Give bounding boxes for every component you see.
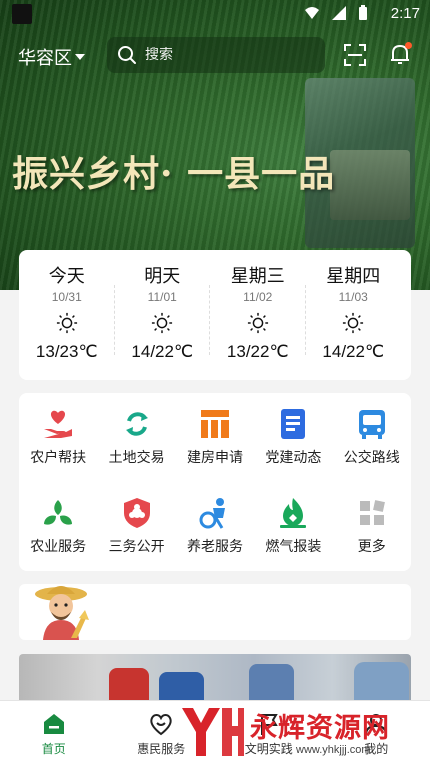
service-gas-install[interactable]: 燃气报装 (254, 496, 332, 571)
banner-title: 振兴乡村· 一县一品 (12, 153, 336, 195)
status-bar: 2:17 (0, 0, 430, 30)
service-bus-routes[interactable]: 公交路线 (333, 407, 411, 482)
service-label: 土地交易 (108, 450, 165, 466)
weather-day-name: 今天 (48, 266, 85, 287)
caret-down-icon (75, 54, 85, 60)
battery-icon (359, 5, 367, 20)
service-label: 养老服务 (186, 539, 243, 555)
search-input[interactable] (145, 47, 305, 63)
document-icon (281, 409, 306, 439)
weather-day: 星期四 11/03 14/22℃ (306, 250, 402, 380)
announcement-bar[interactable] (19, 584, 411, 640)
service-agriculture[interactable]: 农业服务 (19, 496, 97, 571)
weather-day-date: 10/31 (51, 290, 82, 304)
weather-day: 明天 11/01 14/22℃ (115, 250, 211, 380)
service-land-trade[interactable]: 土地交易 (97, 407, 175, 482)
service-party-news[interactable]: 党建动态 (254, 407, 332, 482)
elderly-care-icon (199, 498, 225, 529)
service-farmer-aid[interactable]: 农户帮扶 (19, 407, 97, 482)
service-label: 更多 (357, 539, 386, 555)
user-icon (365, 714, 388, 736)
notification-icon (12, 4, 32, 24)
service-label: 党建动态 (265, 450, 322, 466)
farmer-mascot-icon (35, 586, 89, 640)
service-label: 三务公开 (108, 539, 165, 555)
shield-icon (123, 498, 150, 528)
wifi-icon (305, 7, 320, 19)
sun-icon (152, 312, 173, 334)
hero-banner[interactable]: 2:17 华容区 振兴乡村· 一县一品 (0, 0, 430, 290)
services-grid: 农户帮扶 土地交易 建房申请 党建动态 公交路线 农业服务 三务公开 养老服务 … (19, 393, 411, 571)
nav-profile[interactable]: 我的 (323, 701, 430, 764)
nav-label: 我的 (364, 742, 389, 756)
bottom-nav: 首页 惠民服务 文明实践 我的 (0, 700, 430, 764)
sun-icon (56, 312, 77, 334)
service-more[interactable]: 更多 (333, 496, 411, 571)
weather-day: 今天 10/31 13/23℃ (19, 250, 115, 380)
weather-day-temp: 14/22℃ (322, 342, 385, 361)
nav-label: 文明实践 (244, 742, 293, 756)
service-label: 农业服务 (30, 539, 87, 555)
flag-icon (260, 714, 278, 735)
nav-label: 惠民服务 (137, 742, 186, 756)
weather-day-temp: 13/23℃ (35, 342, 98, 361)
heart-smile-icon (150, 714, 172, 736)
heart-hand-icon (44, 410, 73, 438)
weather-day-date: 11/01 (147, 290, 177, 304)
nav-services[interactable]: 惠民服务 (108, 701, 216, 764)
search-icon (118, 46, 136, 64)
weather-day-name: 明天 (144, 266, 181, 287)
service-public-affairs[interactable]: 三务公开 (97, 496, 175, 571)
sprout-icon (44, 500, 73, 525)
scan-icon[interactable] (344, 44, 366, 66)
home-icon (43, 714, 64, 734)
service-label: 建房申请 (186, 450, 243, 466)
more-grid-icon (359, 500, 385, 525)
service-building-apply[interactable]: 建房申请 (176, 407, 254, 482)
weather-day-date: 11/02 (243, 290, 273, 304)
service-elderly-care[interactable]: 养老服务 (176, 496, 254, 571)
service-label: 农户帮扶 (30, 450, 87, 466)
weather-day: 星期三 11/02 13/22℃ (210, 250, 306, 380)
service-label: 公交路线 (343, 450, 400, 466)
building-icon (200, 410, 229, 438)
weather-day-temp: 13/22℃ (226, 342, 289, 361)
weather-day-date: 11/03 (338, 290, 368, 304)
weather-day-temp: 14/22℃ (131, 342, 194, 361)
service-label: 燃气报装 (265, 539, 322, 555)
weather-day-name: 星期四 (326, 266, 381, 287)
weather-day-name: 星期三 (230, 266, 285, 287)
district-selector[interactable]: 华容区 (18, 44, 85, 70)
signal-icon (332, 6, 347, 20)
sun-icon (247, 312, 268, 334)
sun-icon (343, 312, 364, 334)
notification-bell[interactable] (388, 42, 412, 66)
nav-home[interactable]: 首页 (0, 701, 108, 764)
unread-badge (405, 42, 412, 49)
nav-label: 首页 (41, 742, 66, 756)
search-box[interactable] (107, 37, 325, 73)
bus-icon (358, 410, 385, 439)
harvester-detail-image (330, 150, 410, 220)
top-bar: 华容区 (0, 36, 430, 76)
weather-card: 今天 10/31 13/23℃ 明天 11/01 14/22℃ 星期三 11/0… (19, 250, 411, 380)
exchange-icon (125, 412, 148, 436)
status-time: 2:17 (390, 5, 420, 22)
nav-civilization[interactable]: 文明实践 (215, 701, 323, 764)
gas-icon (280, 498, 307, 528)
district-label: 华容区 (18, 48, 72, 69)
status-icons (304, 5, 368, 25)
